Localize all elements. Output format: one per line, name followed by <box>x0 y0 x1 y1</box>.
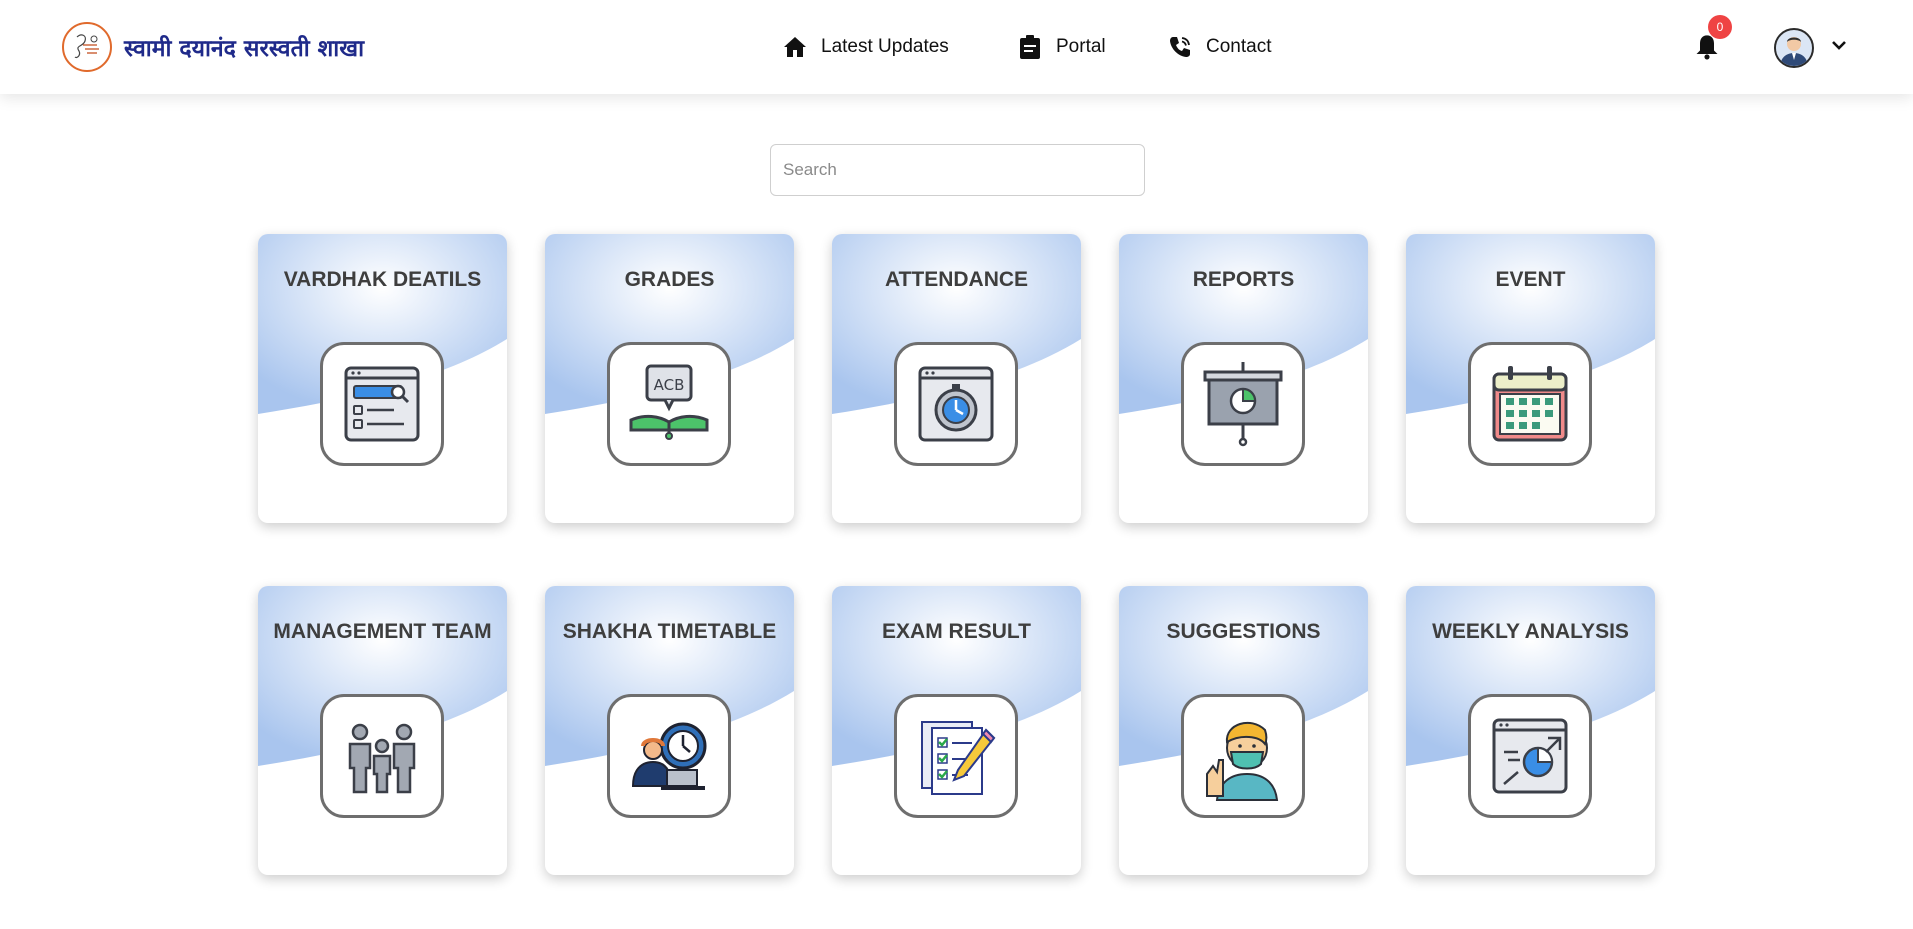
brand-name: स्वामी दयानंद सरस्वती शाखा <box>124 35 365 62</box>
team-icon <box>320 694 444 818</box>
clipboard-icon <box>1016 33 1044 61</box>
card-vardhak-details[interactable]: VARDHAK DEATILS <box>258 234 507 523</box>
card-title: SUGGESTIONS <box>1166 620 1321 643</box>
card-title: VARDHAK DEATILS <box>283 268 482 291</box>
card-title: REPORTS <box>1192 268 1295 291</box>
card-title: ATTENDANCE <box>884 268 1029 291</box>
profile-search-icon <box>320 342 444 466</box>
svg-text:ACB: ACB <box>654 376 685 394</box>
brand[interactable]: स्वामी दयानंद सरस्वती शाखा <box>62 21 364 73</box>
card-management-team[interactable]: MANAGEMENT TEAM <box>258 586 507 875</box>
card-exam-result[interactable]: EXAM RESULT <box>832 586 1081 875</box>
card-title: MANAGEMENT TEAM <box>273 620 492 643</box>
nav-latest-updates[interactable]: Latest Updates <box>781 30 949 64</box>
phone-icon <box>1166 33 1194 61</box>
grades-book-icon: ACB <box>607 342 731 466</box>
analysis-chart-icon <box>1468 694 1592 818</box>
presentation-chart-icon <box>1181 342 1305 466</box>
nav-label: Portal <box>1056 36 1106 57</box>
nav-portal[interactable]: Portal <box>1016 30 1106 64</box>
timetable-icon <box>607 694 731 818</box>
person-mask-icon <box>1181 694 1305 818</box>
nav-contact[interactable]: Contact <box>1166 30 1271 64</box>
exam-checklist-icon <box>894 694 1018 818</box>
card-weekly-analysis[interactable]: WEEKLY ANALYSIS <box>1406 586 1655 875</box>
card-event[interactable]: EVENT <box>1406 234 1655 523</box>
card-title: EVENT <box>1495 268 1566 291</box>
card-reports[interactable]: REPORTS <box>1119 234 1368 523</box>
chevron-down-icon[interactable] <box>1828 34 1850 56</box>
card-title: EXAM RESULT <box>882 620 1031 643</box>
card-title: GRADES <box>624 268 715 291</box>
card-title: WEEKLY ANALYSIS <box>1432 620 1629 643</box>
user-avatar[interactable] <box>1774 28 1814 68</box>
card-suggestions[interactable]: SUGGESTIONS <box>1119 586 1368 875</box>
top-navbar: स्वामी दयानंद सरस्वती शाखा Latest Update… <box>0 0 1913 94</box>
search-input[interactable] <box>770 144 1145 196</box>
home-icon <box>781 33 809 61</box>
notification-count-badge: 0 <box>1708 15 1732 39</box>
card-attendance[interactable]: ATTENDANCE <box>832 234 1081 523</box>
card-shakha-timetable[interactable]: SHAKHA TIMETABLE <box>545 586 794 875</box>
nav-label: Contact <box>1206 36 1272 57</box>
card-grades[interactable]: GRADES ACB <box>545 234 794 523</box>
brand-logo-icon <box>62 22 112 72</box>
nav-label: Latest Updates <box>821 36 949 57</box>
stopwatch-icon <box>894 342 1018 466</box>
card-title: SHAKHA TIMETABLE <box>562 620 777 643</box>
calendar-icon <box>1468 342 1592 466</box>
